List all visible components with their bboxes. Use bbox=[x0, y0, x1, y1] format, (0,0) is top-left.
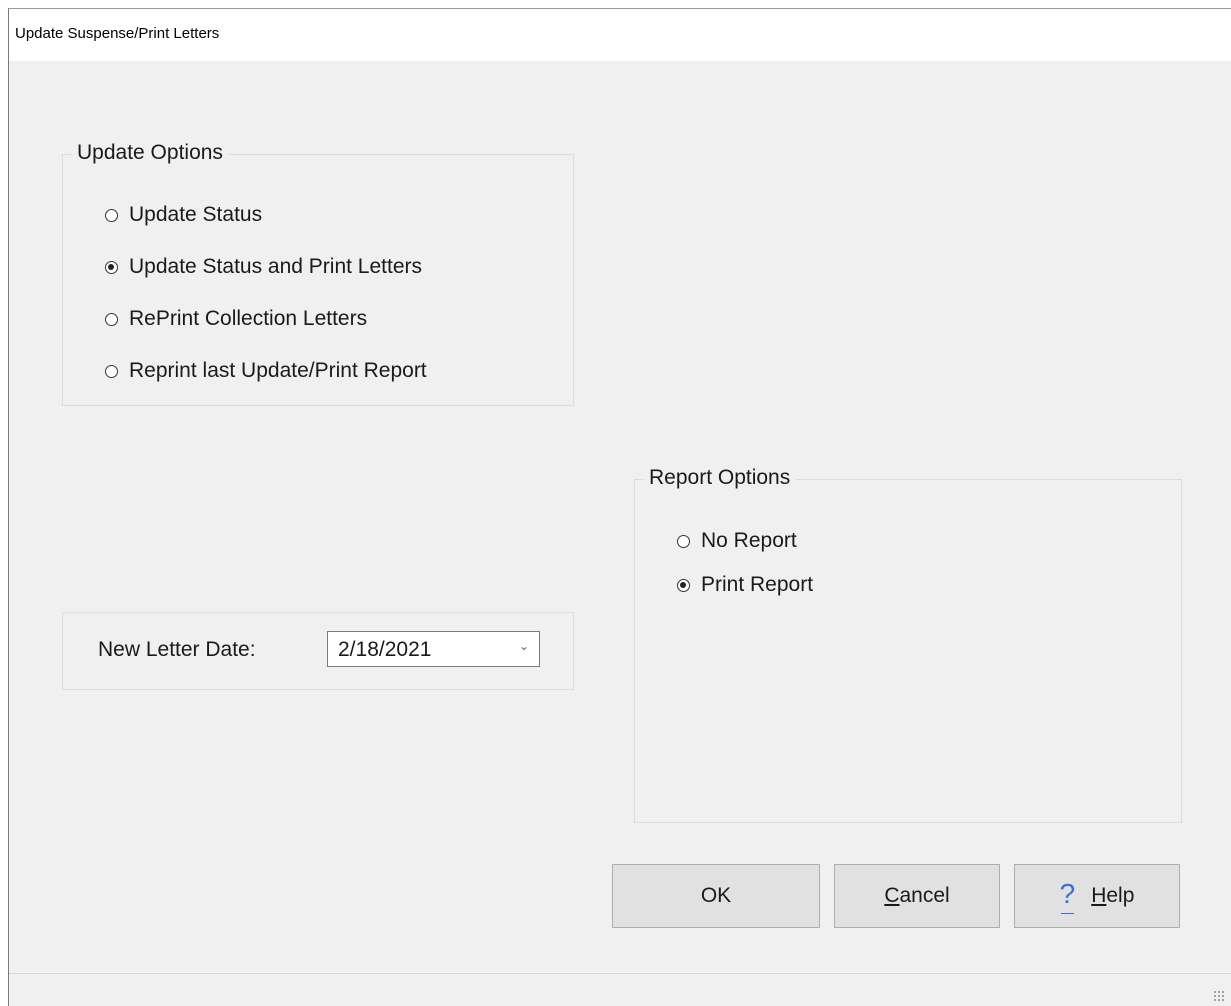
cancel-button[interactable]: Cancel bbox=[834, 864, 1000, 928]
letter-date-group: New Letter Date: 2/18/2021 ⌄ bbox=[62, 612, 574, 690]
radio-label: Update Status bbox=[129, 203, 263, 226]
radio-reprint-last-report[interactable]: Reprint last Update/Print Report bbox=[105, 359, 427, 383]
help-icon: ? bbox=[1059, 878, 1076, 914]
status-bar bbox=[9, 973, 1231, 1006]
dialog-window: Update Suspense/Print Letters Update Opt… bbox=[8, 8, 1231, 1006]
report-options-group: Report Options No Report Print Report bbox=[634, 466, 1182, 823]
resize-grip-icon[interactable] bbox=[1213, 990, 1225, 1002]
radio-label: RePrint Collection Letters bbox=[129, 307, 368, 330]
new-letter-date-label: New Letter Date: bbox=[98, 638, 256, 661]
report-options-title: Report Options bbox=[643, 466, 797, 490]
ok-button-label: OK bbox=[700, 884, 732, 907]
radio-update-status[interactable]: Update Status bbox=[105, 203, 262, 227]
radio-button[interactable] bbox=[677, 534, 690, 548]
new-letter-date-picker[interactable]: 2/18/2021 ⌄ bbox=[327, 631, 540, 667]
window-title: Update Suspense/Print Letters bbox=[15, 25, 220, 42]
chevron-down-icon[interactable]: ⌄ bbox=[519, 639, 529, 653]
radio-button[interactable] bbox=[105, 312, 118, 326]
cancel-button-label: Cancel bbox=[884, 884, 950, 907]
help-button[interactable]: ? Help bbox=[1014, 864, 1180, 928]
help-button-label: Help bbox=[1091, 884, 1135, 907]
radio-label: No Report bbox=[701, 529, 797, 552]
radio-no-report[interactable]: No Report bbox=[677, 529, 797, 553]
date-value: 2/18/2021 bbox=[338, 638, 432, 661]
radio-button[interactable] bbox=[105, 208, 118, 222]
radio-reprint-collection-letters[interactable]: RePrint Collection Letters bbox=[105, 307, 367, 331]
radio-label: Print Report bbox=[701, 573, 814, 596]
update-options-title: Update Options bbox=[71, 141, 229, 165]
radio-button[interactable] bbox=[105, 260, 118, 274]
radio-button[interactable] bbox=[677, 578, 690, 592]
update-options-group: Update Options Update Status Update Stat… bbox=[62, 141, 574, 406]
ok-button[interactable]: OK bbox=[612, 864, 820, 928]
title-bar[interactable]: Update Suspense/Print Letters bbox=[9, 9, 1231, 61]
radio-label: Update Status and Print Letters bbox=[129, 255, 423, 278]
radio-label: Reprint last Update/Print Report bbox=[129, 359, 427, 382]
radio-update-status-and-print[interactable]: Update Status and Print Letters bbox=[105, 255, 422, 279]
radio-print-report[interactable]: Print Report bbox=[677, 573, 813, 597]
radio-button[interactable] bbox=[105, 364, 118, 378]
